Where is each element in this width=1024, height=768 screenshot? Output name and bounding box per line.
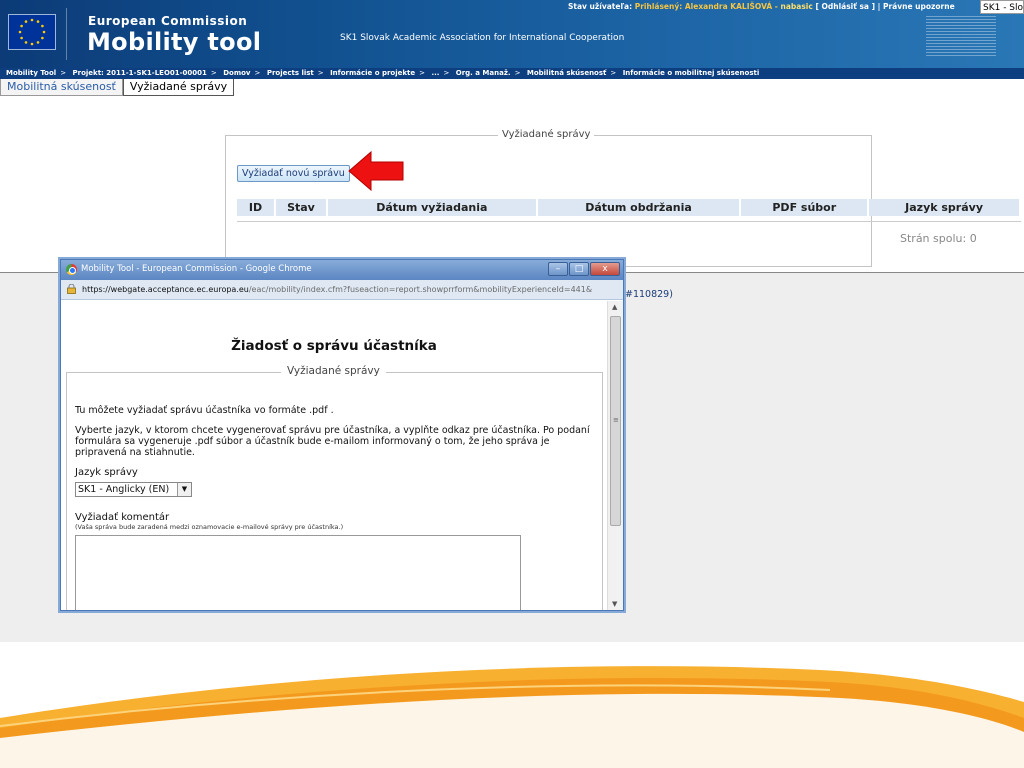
- col-header-status[interactable]: Stav: [274, 199, 328, 216]
- minimize-icon[interactable]: –: [548, 262, 568, 276]
- tab-requested-reports[interactable]: Vyžiadané správy: [122, 79, 235, 96]
- breadcrumb-item[interactable]: Projects list: [267, 69, 314, 77]
- background-id-text: #110829): [625, 289, 673, 300]
- col-header-id[interactable]: ID: [237, 199, 276, 216]
- popup-address-bar[interactable]: https://webgate.acceptance.ec.europa.eu/…: [61, 280, 623, 300]
- breadcrumb-item[interactable]: Mobilitná skúsenosť: [527, 69, 607, 77]
- user-nick: nabasic: [780, 2, 813, 11]
- slide-swoosh-decoration: [0, 666, 1024, 768]
- tab-mobility-experience[interactable]: Mobilitná skúsenosť: [0, 79, 123, 96]
- scroll-up-icon[interactable]: ▲: [612, 303, 617, 311]
- app-header: European Commission Mobility tool SK1 Sl…: [0, 0, 1024, 68]
- table-empty-row: [237, 218, 1021, 222]
- popup-url: https://webgate.acceptance.ec.europa.eu/…: [82, 285, 602, 294]
- language-select[interactable]: SK1 - Anglicky (EN) ▼: [75, 482, 192, 497]
- user-status: Stav užívateľa: Prihlásený: Alexandra KA…: [568, 2, 955, 11]
- breadcrumb-item[interactable]: Projekt: 2011-1-SK1-LEO01-00001: [73, 69, 207, 77]
- red-arrow-annotation: [348, 150, 404, 192]
- instructions-text: Vyberte jazyk, v ktorom chcete vygenerov…: [75, 425, 590, 458]
- chrome-icon: [66, 264, 77, 275]
- url-path: /eac/mobility/index.cfm?fuseaction=repor…: [248, 285, 593, 294]
- popup-heading: Žiadosť o správu účastníka: [231, 338, 437, 354]
- scrollbar-grip-icon: ≡: [613, 416, 619, 424]
- header-decoration: [926, 16, 996, 56]
- header-divider: [66, 8, 67, 60]
- breadcrumb-item[interactable]: Mobility Tool: [6, 69, 56, 77]
- popup-scrollbar[interactable]: ▲ ≡ ▼: [607, 301, 623, 610]
- scroll-down-icon[interactable]: ▼: [612, 600, 617, 608]
- tab-bar: Mobilitná skúsenosť Vyžiadané správy: [0, 79, 235, 96]
- eu-flag-logo: [8, 14, 56, 50]
- logout-link[interactable]: [ Odhlásiť sa ]: [815, 2, 875, 11]
- comment-label: Vyžiadať komentár: [75, 512, 170, 523]
- breadcrumb-item[interactable]: Domov: [223, 69, 250, 77]
- close-icon[interactable]: x: [590, 262, 620, 276]
- language-select-value: SK1 - Anglicky (EN): [78, 484, 170, 495]
- language-label: Jazyk správy: [75, 467, 138, 478]
- logged-in-user: Prihlásený: Alexandra KALIŠOVÁ -: [634, 2, 778, 11]
- chevron-down-icon[interactable]: ▼: [177, 483, 191, 496]
- breadcrumb-item[interactable]: Informácie o mobilitnej skúsenosti: [623, 69, 760, 77]
- popup-content: Žiadosť o správu účastníka Vyžiadané spr…: [61, 301, 607, 610]
- comment-textarea[interactable]: [75, 535, 521, 610]
- popup-title-bar[interactable]: Mobility Tool - European Commission - Go…: [61, 260, 623, 280]
- url-host: https://webgate.acceptance.ec.europa.eu: [82, 285, 249, 294]
- intro-text: Tu môžete vyžiadať správu účastníka vo f…: [75, 405, 334, 416]
- corner-tag: SK1 - Slo: [980, 0, 1024, 14]
- col-header-report-language[interactable]: Jazyk správy: [868, 199, 1021, 216]
- col-header-pdf-file[interactable]: PDF súbor: [740, 199, 870, 216]
- breadcrumb-item[interactable]: Informácie o projekte: [330, 69, 415, 77]
- popup-legend: Vyžiadané správy: [281, 365, 386, 377]
- lock-icon: [67, 284, 76, 294]
- breadcrumb-item[interactable]: Org. a Manaž.: [456, 69, 511, 77]
- popup-window-title: Mobility Tool - European Commission - Go…: [81, 264, 312, 274]
- maximize-icon[interactable]: □: [569, 262, 589, 276]
- ec-name: European Commission: [88, 14, 248, 28]
- breadcrumb-item[interactable]: ...: [431, 69, 439, 77]
- chrome-popup-window: Mobility Tool - European Commission - Go…: [60, 259, 624, 611]
- organisation-name: SK1 Slovak Academic Association for Inte…: [340, 33, 625, 43]
- comment-hint: (Vaša správa bude zaradená medzi oznamov…: [75, 523, 344, 531]
- app-name: Mobility tool: [87, 28, 262, 56]
- request-new-report-button[interactable]: Vyžiadať novú správu: [237, 165, 350, 182]
- col-header-requested-date[interactable]: Dátum vyžiadania: [326, 199, 538, 216]
- reports-table: ID Stav Dátum vyžiadania Dátum obdržania…: [237, 199, 1021, 216]
- legal-notice-link[interactable]: Právne upozorne: [883, 2, 955, 11]
- pages-total: Strán spolu: 0: [900, 232, 977, 245]
- col-header-received-date[interactable]: Dátum obdržania: [536, 199, 742, 216]
- breadcrumb: Mobility Tool > Projekt: 2011-1-SK1-LEO01…: [0, 68, 1024, 79]
- reports-legend: Vyžiadané správy: [498, 129, 595, 140]
- user-status-label: Stav užívateľa:: [568, 2, 633, 11]
